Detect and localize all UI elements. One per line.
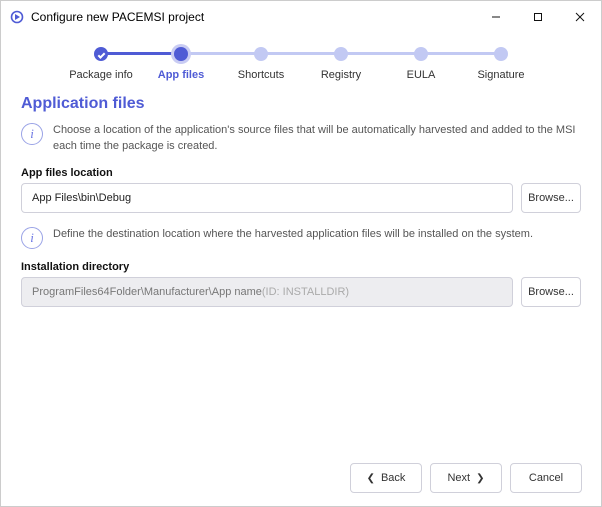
button-label: Next <box>447 472 470 484</box>
button-label: Back <box>381 472 405 484</box>
app-files-location-label: App files location <box>21 167 581 179</box>
cancel-button[interactable]: Cancel <box>510 463 582 493</box>
browse-install-dir-button[interactable]: Browse... <box>521 277 581 307</box>
browse-app-files-button[interactable]: Browse... <box>521 183 581 213</box>
step-label: App files <box>141 69 221 81</box>
info-text-source-location: Choose a location of the application's s… <box>53 123 581 155</box>
button-label: Cancel <box>529 472 563 484</box>
install-directory-input[interactable]: ProgramFiles64Folder\Manufacturer\App na… <box>21 277 513 307</box>
info-icon: i <box>21 123 43 145</box>
app-files-location-input[interactable]: App Files\bin\Debug <box>21 183 513 213</box>
step-label: Package info <box>61 69 141 81</box>
maximize-button[interactable] <box>517 1 559 33</box>
step-label: Signature <box>461 69 541 81</box>
minimize-button[interactable] <box>475 1 517 33</box>
wizard-stepper: Package info App files Shortcuts Registr… <box>21 45 581 81</box>
install-directory-label: Installation directory <box>21 261 581 273</box>
info-text-install-location: Define the destination location where th… <box>53 227 533 243</box>
titlebar: Configure new PACEMSI project <box>1 1 601 33</box>
info-icon: i <box>21 227 43 249</box>
close-button[interactable] <box>559 1 601 33</box>
step-app-files[interactable]: App files <box>141 45 221 81</box>
next-button[interactable]: Next ❯ <box>430 463 502 493</box>
step-registry[interactable]: Registry <box>301 45 381 81</box>
input-value: App Files\bin\Debug <box>32 192 131 204</box>
chevron-left-icon: ❮ <box>367 473 375 484</box>
input-value: ProgramFiles64Folder\Manufacturer\App na… <box>32 286 262 298</box>
step-eula[interactable]: EULA <box>381 45 461 81</box>
window-title: Configure new PACEMSI project <box>31 10 475 24</box>
step-signature[interactable]: Signature <box>461 45 541 81</box>
wizard-footer: ❮ Back Next ❯ Cancel <box>350 463 582 493</box>
back-button[interactable]: ❮ Back <box>350 463 422 493</box>
input-hint: (ID: INSTALLDIR) <box>262 286 349 298</box>
chevron-right-icon: ❯ <box>476 473 484 484</box>
page-heading: Application files <box>21 95 581 113</box>
step-label: Registry <box>301 69 381 81</box>
step-package-info[interactable]: Package info <box>61 45 141 81</box>
step-label: Shortcuts <box>221 69 301 81</box>
app-logo-icon <box>9 9 25 25</box>
step-shortcuts[interactable]: Shortcuts <box>221 45 301 81</box>
step-label: EULA <box>381 69 461 81</box>
